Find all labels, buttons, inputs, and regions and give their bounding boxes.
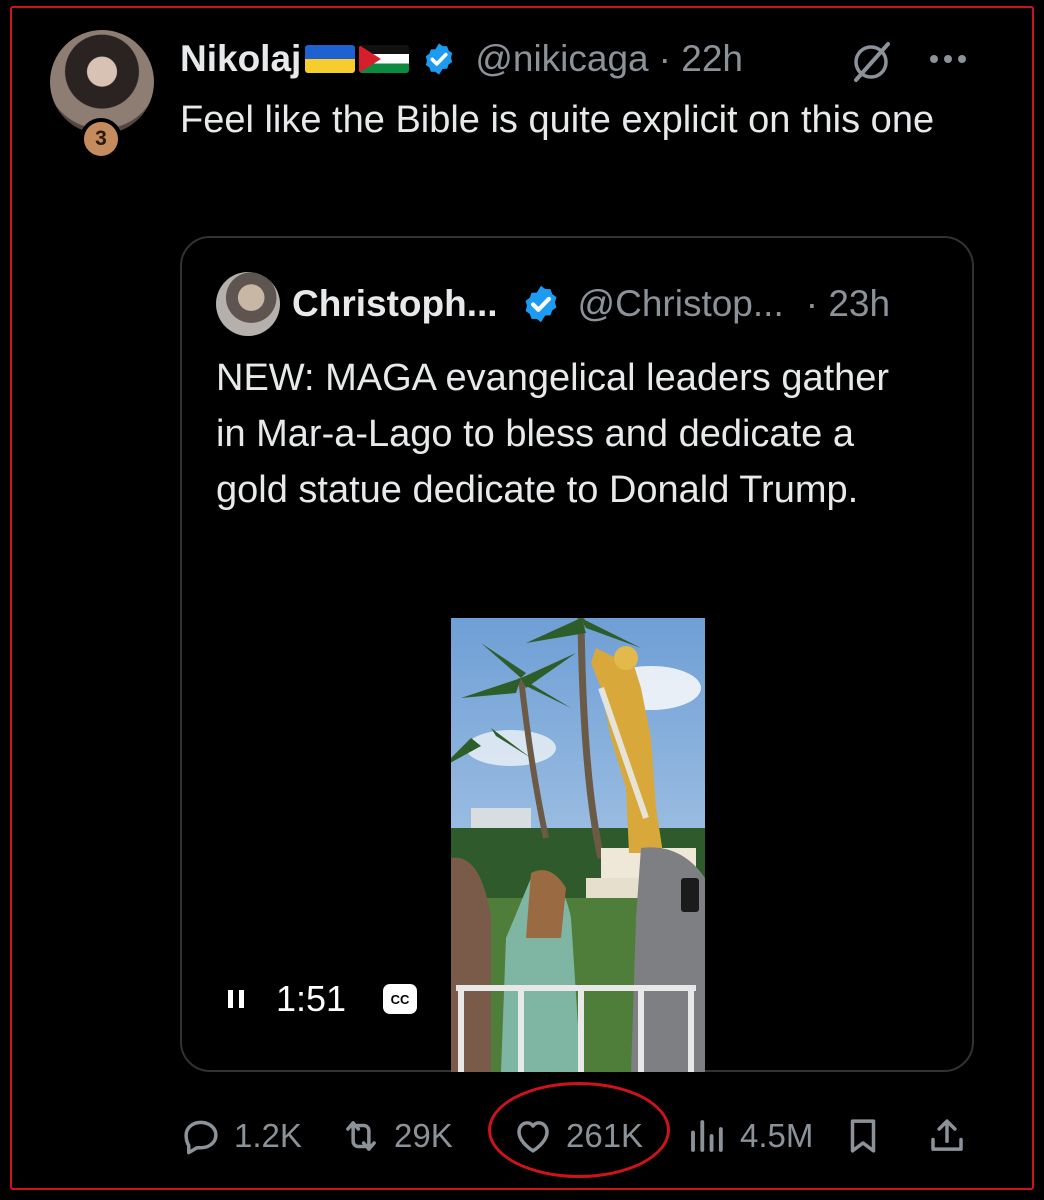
repost-count: 29K [394,1117,453,1154]
quoted-author-name[interactable]: Christoph... [292,283,498,325]
quoted-tweet[interactable]: Christoph... @Christop... · 23h NEW: MAG… [180,236,974,1072]
cc-label: CC [391,992,410,1007]
share-button[interactable] [926,1108,980,1164]
quoted-author-avatar[interactable] [216,272,280,336]
verified-icon [525,285,556,323]
like-highlight-circle [488,1082,670,1178]
author-handle[interactable]: @nikicaga [475,38,648,80]
pause-icon[interactable] [226,986,248,1012]
reply-count: 1.2K [234,1117,302,1154]
avatar-badge: 3 [80,118,122,160]
views-button[interactable]: 4.5M [686,1108,813,1164]
quoted-tweet-time[interactable]: · 23h [806,283,890,325]
bookmark-icon [850,1119,876,1153]
video-controls: 1:51 CC [226,978,418,1020]
repost-icon [346,1121,376,1151]
tweet-text: Feel like the Bible is quite explicit on… [180,99,935,141]
cc-icon[interactable]: CC [382,982,418,1016]
author-name[interactable]: Nikolaj [180,38,301,80]
statue-scene-image [451,618,705,1072]
views-count: 4.5M [740,1117,814,1154]
tweet-header: Nikolaj @nikicaga · 22h [180,34,743,84]
quoted-tweet-text: NEW: MAGA evangelical leaders gather in … [216,357,890,511]
tweet-time[interactable]: · 22h [659,38,743,80]
reply-button[interactable]: 1.2K [180,1108,302,1164]
quoted-tweet-header: Christoph... @Christop... · 23h [292,278,890,330]
more-icon[interactable] [926,44,972,74]
video-duration: 1:51 [276,978,347,1019]
bookmark-button[interactable] [842,1108,896,1164]
grok-icon[interactable] [848,38,894,84]
share-icon [931,1119,963,1151]
quoted-author-handle[interactable]: @Christop... [578,283,784,325]
repost-button[interactable]: 29K [340,1108,453,1164]
ukraine-flag-icon [305,45,356,73]
views-icon [691,1120,723,1152]
video-thumbnail[interactable] [451,618,705,1072]
reply-icon [184,1120,218,1155]
palestine-flag-icon [359,45,410,73]
verified-icon [426,43,453,75]
